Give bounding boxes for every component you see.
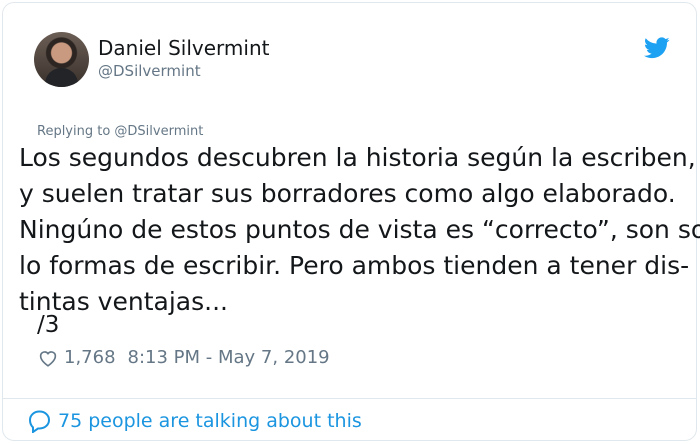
timestamp[interactable]: 8:13 PM - May 7, 2019 (128, 347, 330, 368)
tweet-line: y suelen tratar sus borradores como algo… (19, 179, 676, 208)
thread-number: /3 (37, 312, 60, 338)
avatar[interactable] (34, 32, 89, 87)
tweet-text: Los segundos descubren la historia según… (19, 140, 700, 320)
tweet-line: Ningúno de estos puntos de vista es “cor… (19, 215, 700, 244)
tweet-line: tintas ventajas... (19, 287, 228, 316)
talking-link[interactable]: 75 people are talking about this (27, 409, 362, 433)
like-count[interactable]: 1,768 (64, 347, 116, 368)
tweet-line: Los segundos descubren la historia según… (19, 143, 696, 172)
twitter-bird-icon[interactable] (644, 37, 670, 59)
tweet-meta: 1,768 8:13 PM - May 7, 2019 (38, 347, 330, 368)
tweet-line: lo formas de escribir. Pero ambos tiende… (19, 251, 690, 280)
heart-icon[interactable] (38, 349, 58, 367)
replying-to[interactable]: Replying to @DSilvermint (37, 124, 203, 139)
speech-bubble-icon (28, 410, 51, 433)
author-name[interactable]: Daniel Silvermint (98, 36, 269, 60)
author-handle[interactable]: @DSilvermint (98, 62, 201, 80)
tweet-card: Daniel Silvermint @DSilvermint Replying … (2, 2, 700, 441)
divider (3, 398, 696, 399)
talking-label[interactable]: 75 people are talking about this (58, 410, 362, 432)
